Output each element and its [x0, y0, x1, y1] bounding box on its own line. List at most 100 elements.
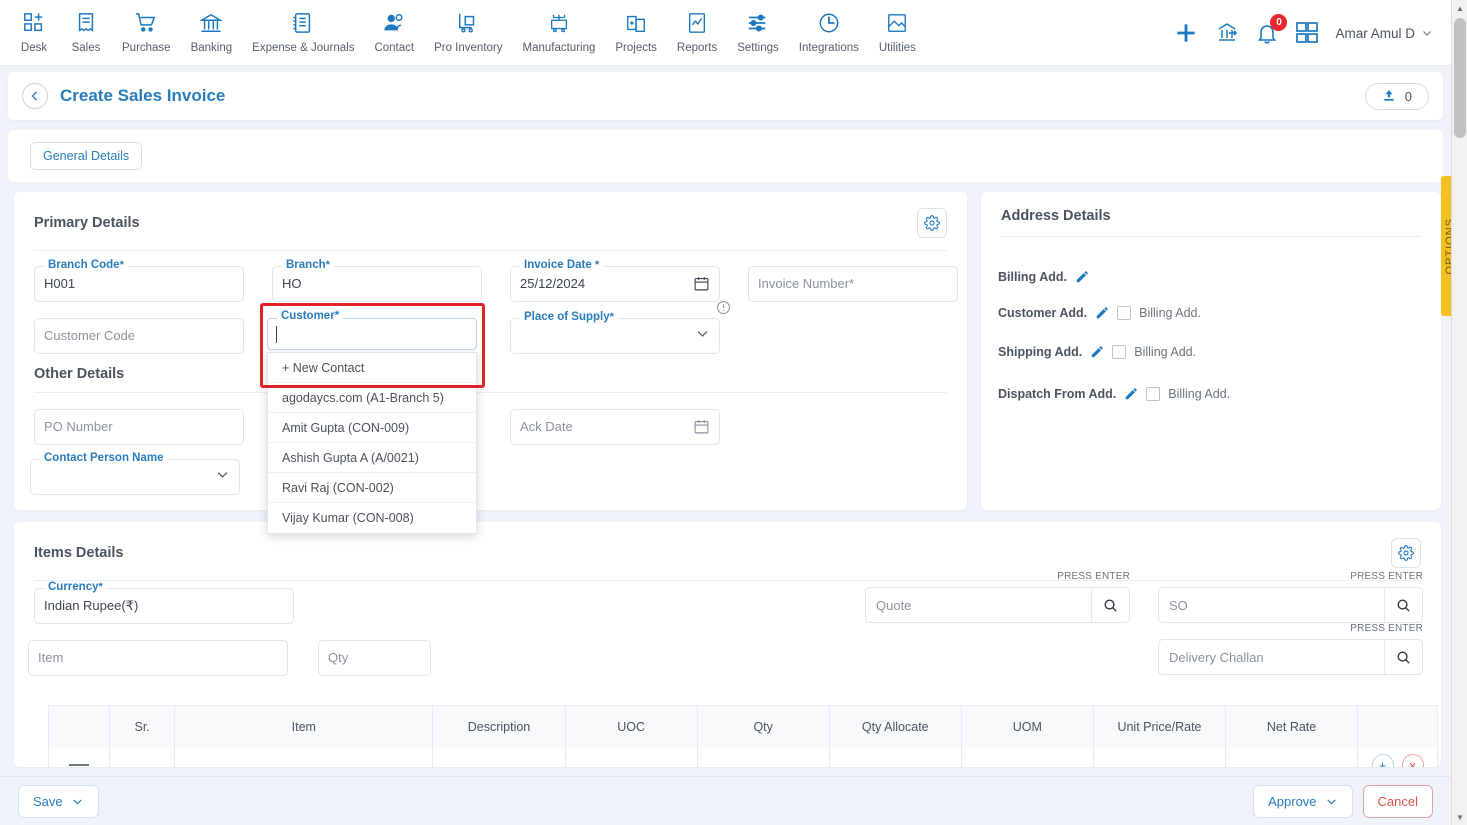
tab-general-details[interactable]: General Details — [30, 142, 143, 170]
branch-value: HO — [282, 276, 302, 291]
collapse-row-icon[interactable] — [69, 764, 90, 766]
primary-details-settings-button[interactable] — [917, 208, 947, 238]
nav-item-desk[interactable]: Desk — [8, 8, 60, 56]
nav-label: Utilities — [878, 42, 916, 54]
invoice-date-field[interactable]: Invoice Date * 25/12/2024 — [510, 259, 720, 302]
calendar-icon[interactable] — [693, 275, 710, 292]
dropdown-item-new-contact[interactable]: + New Contact — [268, 353, 476, 383]
nav-item-integrations[interactable]: Integrations — [789, 8, 869, 56]
customer-field[interactable]: Customer* — [267, 310, 477, 350]
row-net-rate-cell[interactable] — [1226, 748, 1359, 767]
nav-item-purchase[interactable]: Purchase — [112, 8, 181, 56]
invoice-number-field[interactable]: Invoice Number* — [748, 266, 958, 302]
nav-label: Banking — [190, 42, 233, 54]
dropdown-item-1[interactable]: Amit Gupta (CON-009) — [268, 413, 476, 443]
nav-right-actions: 0 Amar Amul D — [1173, 0, 1451, 66]
edit-pencil-icon[interactable] — [1075, 270, 1089, 284]
customer-billing-address-checkbox[interactable] — [1117, 306, 1132, 320]
nav-item-sales[interactable]: Sales — [60, 8, 112, 56]
items-details-title: Items Details — [34, 545, 124, 561]
add-plus-icon[interactable] — [1173, 20, 1199, 46]
row-qty-cell[interactable] — [698, 748, 830, 767]
row-uom-cell[interactable] — [962, 748, 1094, 767]
dropdown-item-2[interactable]: Ashish Gupta A (A/0021) — [268, 443, 476, 473]
so-search-field[interactable]: SO — [1158, 587, 1423, 623]
nav-item-reports[interactable]: Reports — [667, 8, 727, 56]
search-icon[interactable] — [1091, 588, 1129, 622]
dropdown-item-4[interactable]: Vijay Kumar (CON-008) — [268, 503, 476, 533]
scroll-up-arrow-icon[interactable]: ▲ — [1452, 0, 1467, 16]
attachment-button[interactable]: 0 — [1364, 82, 1429, 110]
chevron-down-icon[interactable] — [215, 467, 230, 482]
reports-icon — [686, 10, 708, 36]
row-select-cell[interactable] — [49, 748, 111, 767]
quote-press-enter-hint: PRESS ENTER — [1057, 571, 1130, 582]
row-qty-allocate-cell[interactable] — [830, 748, 962, 767]
nav-item-expense-journals[interactable]: Expense & Journals — [242, 8, 364, 56]
edit-pencil-icon[interactable] — [1124, 387, 1138, 401]
row-item-cell[interactable] — [175, 748, 434, 767]
row-uoc-cell[interactable] — [566, 748, 698, 767]
contact-person-name-field[interactable]: Contact Person Name — [30, 452, 240, 495]
nav-item-banking[interactable]: Banking — [181, 8, 243, 56]
cancel-button[interactable]: Cancel — [1362, 784, 1433, 818]
scroll-down-arrow-icon[interactable]: ▼ — [1452, 809, 1467, 825]
row-description-cell[interactable] — [433, 748, 566, 767]
search-icon[interactable] — [1384, 588, 1422, 622]
currency-label: Currency* — [44, 581, 107, 593]
po-number-field[interactable]: PO Number — [34, 409, 244, 445]
branch-code-field[interactable]: Branch Code* H001 — [34, 259, 244, 302]
customer-code-field[interactable]: Customer Code — [34, 318, 244, 354]
currency-field[interactable]: Currency* Indian Rupee(₹) — [34, 581, 294, 624]
dropdown-item-0[interactable]: agodaycs.com (A1-Branch 5) — [268, 383, 476, 413]
place-of-supply-info-icon[interactable] — [716, 300, 731, 315]
nav-item-pro-inventory[interactable]: Pro Inventory — [424, 8, 512, 56]
save-button[interactable]: Save — [18, 784, 99, 818]
items-details-settings-button[interactable] — [1391, 538, 1421, 568]
so-search-wrapper: PRESS ENTER SO — [1158, 571, 1423, 623]
bank-transfer-icon[interactable] — [1215, 21, 1239, 45]
dropdown-item-3[interactable]: Ravi Raj (CON-002) — [268, 473, 476, 503]
scrollbar-thumb[interactable] — [1454, 18, 1466, 138]
add-row-icon[interactable]: + — [1371, 754, 1394, 767]
table-col-select — [49, 706, 111, 748]
nav-item-contact[interactable]: Contact — [364, 8, 424, 56]
approve-button[interactable]: Approve — [1253, 784, 1353, 818]
notification-bell-icon[interactable]: 0 — [1255, 14, 1288, 45]
chevron-down-icon — [1423, 31, 1431, 36]
shipping-billing-address-checkbox[interactable] — [1112, 345, 1127, 359]
sliders-icon — [747, 10, 769, 36]
item-field[interactable]: Item — [28, 640, 288, 676]
gear-icon — [1398, 545, 1414, 561]
chevron-down-icon[interactable] — [695, 326, 710, 341]
dispatch-billing-address-checkbox[interactable] — [1146, 387, 1161, 401]
nav-items-container: Desk Sales Purchase Banking Expense & Jo… — [0, 0, 926, 56]
delete-row-icon[interactable]: × — [1401, 754, 1424, 767]
table-row[interactable]: + × — [49, 748, 1437, 767]
ack-date-field[interactable]: Ack Date — [510, 409, 720, 445]
apps-grid-icon[interactable] — [1295, 21, 1319, 45]
user-menu[interactable]: Amar Amul D — [1335, 26, 1433, 41]
qty-field[interactable]: Qty — [318, 640, 431, 676]
nav-label: Integrations — [798, 42, 859, 54]
text-caret — [276, 326, 277, 343]
nav-item-projects[interactable]: Projects — [605, 8, 667, 56]
branch-code-value: H001 — [44, 276, 76, 291]
search-icon[interactable] — [1384, 640, 1422, 674]
table-col-item: Item — [175, 706, 434, 748]
quote-search-field[interactable]: Quote — [865, 587, 1130, 623]
customer-dropdown-list[interactable]: + New Contact agodaycs.com (A1-Branch 5)… — [267, 352, 477, 534]
row-unit-price-rate-cell[interactable] — [1094, 748, 1227, 767]
edit-pencil-icon[interactable] — [1095, 306, 1109, 320]
page-scrollbar[interactable]: ▲ ▼ — [1451, 0, 1467, 825]
place-of-supply-field[interactable]: Place of Supply* — [510, 311, 720, 354]
nav-item-utilities[interactable]: Utilities — [869, 8, 926, 56]
back-button[interactable] — [22, 83, 48, 109]
delivery-challan-search-field[interactable]: Delivery Challan — [1158, 639, 1423, 675]
branch-field[interactable]: Branch* HO — [272, 259, 482, 302]
qty-placeholder: Qty — [328, 650, 349, 665]
nav-item-manufacturing[interactable]: Manufacturing — [513, 8, 606, 56]
edit-pencil-icon[interactable] — [1090, 345, 1104, 359]
calendar-icon[interactable] — [693, 418, 710, 435]
nav-item-settings[interactable]: Settings — [727, 8, 789, 56]
